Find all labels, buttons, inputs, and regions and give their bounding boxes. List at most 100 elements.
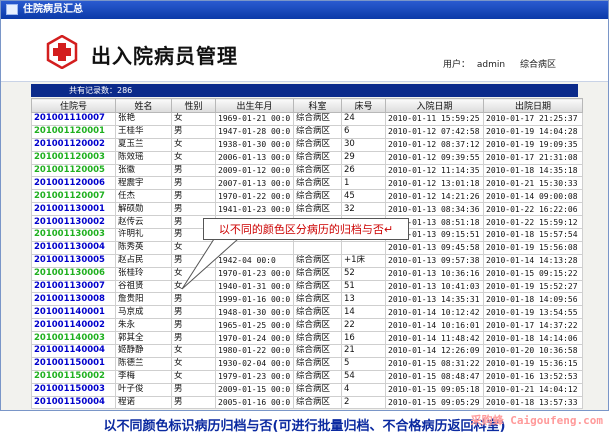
discharge-date-cell: 2010-01-19 19:09:35 bbox=[483, 137, 583, 152]
table-row[interactable]: 201001150001 陈德兰女 1930-02-04 00:0 综合病区 5 2010… bbox=[31, 356, 583, 371]
dept-cell: 综合病区 bbox=[293, 318, 342, 333]
admit-date-cell: 2010-01-12 14:21:26 bbox=[385, 189, 484, 204]
table-row[interactable]: 201001140001 马京成男 1948-01-30 00:0 综合病区 14 201… bbox=[31, 305, 583, 320]
bed-cell: 14 bbox=[341, 305, 386, 320]
patient-table: 住院号 姓名 性别 出生年月 科室 床号 入院日期 出院日期 201001110… bbox=[31, 98, 583, 410]
table-body: 201001110007 张艳女 1969-01-21 00:0 综合病区 24 2010… bbox=[31, 112, 583, 410]
name-cell: 叶子俊 bbox=[115, 382, 172, 397]
sex-cell: 男 bbox=[171, 176, 216, 191]
table-row[interactable]: 201001120007 任杰男 1970-01-22 00:0 综合病区 45 2010… bbox=[31, 189, 583, 204]
bed-cell: 16 bbox=[341, 331, 386, 346]
table-row[interactable]: 201001110007 张艳女 1969-01-21 00:0 综合病区 24 2010… bbox=[31, 112, 583, 126]
bed-cell: 30 bbox=[341, 137, 386, 152]
table-row[interactable]: 201001150004 程诺男 2005-01-16 00:0 综合病区 2 2010-… bbox=[31, 395, 583, 410]
sex-cell: 男 bbox=[171, 331, 216, 346]
table-row[interactable]: 201001130005 赵占民男 1942-04 00:0 综合病区 +1床 2010-… bbox=[31, 253, 583, 268]
table-row[interactable]: 201001120002 夏玉兰女 1938-01-30 00:0 综合病区 30 201… bbox=[31, 137, 583, 152]
admit-date-cell: 2010-01-13 09:57:38 bbox=[385, 253, 484, 268]
name-cell: 陈效瑶 bbox=[115, 150, 172, 165]
birth-cell: 2009-01-15 00:0 bbox=[215, 382, 294, 397]
birth-cell: 1938-01-30 00:0 bbox=[215, 137, 294, 152]
discharge-date-cell: 2010-01-14 14:13:28 bbox=[483, 253, 583, 268]
table-row[interactable]: 201001150002 李梅女 1979-01-23 00:0 综合病区 54 2010… bbox=[31, 369, 583, 384]
birth-cell: 1969-01-21 00:0 bbox=[215, 112, 294, 126]
name-cell: 王桂华 bbox=[115, 124, 172, 139]
admission-no-cell: 201001150003 bbox=[31, 382, 116, 397]
admission-no-cell: 201001120005 bbox=[31, 163, 116, 178]
table-row[interactable]: 201001130006 张桂玲女 1970-01-23 00:0 综合病区 52 201… bbox=[31, 266, 583, 281]
table-row[interactable]: 201001120001 王桂华男 1947-01-28 00:0 综合病区 6 2010… bbox=[31, 124, 583, 139]
table-row[interactable]: 201001130007 谷祖贤女 1940-01-31 00:0 综合病区 51 201… bbox=[31, 279, 583, 294]
column-header-discharge-date[interactable]: 出院日期 bbox=[483, 98, 583, 113]
table-row[interactable]: 201001130001 解硕勋男 1941-01-23 00:0 综合病区 32 201… bbox=[31, 202, 583, 217]
column-header-birth[interactable]: 出生年月 bbox=[215, 98, 294, 113]
table-row[interactable]: 201001140002 朱永男 1965-01-25 00:0 综合病区 22 2010… bbox=[31, 318, 583, 333]
column-header-bed[interactable]: 床号 bbox=[341, 98, 386, 113]
admission-no-cell: 201001140002 bbox=[31, 318, 116, 333]
admit-date-cell: 2010-01-12 09:39:55 bbox=[385, 150, 484, 165]
discharge-date-cell: 2010-01-18 14:09:56 bbox=[483, 292, 583, 307]
birth-cell: 2005-01-16 00:0 bbox=[215, 395, 294, 410]
column-header-sex[interactable]: 性别 bbox=[171, 98, 216, 113]
admission-no-cell: 201001150004 bbox=[31, 395, 116, 410]
name-cell: 解硕勋 bbox=[115, 202, 172, 217]
column-header-name[interactable]: 姓名 bbox=[115, 98, 172, 113]
table-row[interactable]: 201001150003 叶子俊男 2009-01-15 00:0 综合病区 4 2010… bbox=[31, 382, 583, 397]
admission-no-cell: 201001130005 bbox=[31, 253, 116, 268]
admission-no-cell: 201001120007 bbox=[31, 189, 116, 204]
table-row[interactable]: 201001130004 陈秀英女 2010-01-13 09:45:58 2010-… bbox=[31, 240, 583, 255]
record-count: 共有记录数：286 bbox=[31, 84, 578, 97]
admission-no-cell: 201001140004 bbox=[31, 344, 116, 358]
app-header: 出入院病员管理 用户： admin 综合病区 bbox=[1, 19, 608, 82]
sex-cell: 男 bbox=[171, 189, 216, 204]
column-header-admit-date[interactable]: 入院日期 bbox=[385, 98, 484, 113]
name-cell: 程震宇 bbox=[115, 176, 172, 191]
admit-date-cell: 2010-01-15 09:05:29 bbox=[385, 395, 484, 410]
admission-no-cell: 201001130008 bbox=[31, 292, 116, 307]
window-icon bbox=[6, 4, 18, 15]
dept-cell: 综合病区 bbox=[293, 292, 342, 307]
birth-cell: 1970-01-24 00:0 bbox=[215, 331, 294, 346]
sex-cell: 女 bbox=[171, 369, 216, 384]
birth-cell: 1999-01-16 00:0 bbox=[215, 292, 294, 307]
table-row[interactable]: 201001130008 詹贵阳男 1999-01-16 00:0 综合病区 13 201… bbox=[31, 292, 583, 307]
bed-cell: +1床 bbox=[341, 253, 386, 268]
table-row[interactable]: 201001140003 郭其全男 1970-01-24 00:0 综合病区 16 201… bbox=[31, 331, 583, 346]
table-row[interactable]: 201001120005 张徽男 2009-01-12 00:0 综合病区 26 2010… bbox=[31, 163, 583, 178]
admission-no-cell: 201001120001 bbox=[31, 124, 116, 139]
discharge-date-cell: 2010-01-16 13:52:53 bbox=[483, 369, 583, 384]
sex-cell: 男 bbox=[171, 124, 216, 139]
birth-cell: 2007-01-13 00:0 bbox=[215, 176, 294, 191]
admit-date-cell: 2010-01-13 09:45:58 bbox=[385, 240, 484, 255]
admit-date-cell: 2010-01-15 09:05:18 bbox=[385, 382, 484, 397]
sex-cell: 女 bbox=[171, 279, 216, 294]
admission-no-cell: 201001130006 bbox=[31, 266, 116, 281]
bed-cell: 4 bbox=[341, 382, 386, 397]
name-cell: 谷祖贤 bbox=[115, 279, 172, 294]
ward-name: 综合病区 bbox=[519, 60, 556, 70]
name-cell: 李梅 bbox=[115, 369, 172, 384]
sex-cell: 女 bbox=[171, 240, 216, 255]
admit-date-cell: 2010-01-14 11:48:42 bbox=[385, 331, 484, 346]
sex-cell: 女 bbox=[171, 150, 216, 165]
admission-no-cell: 201001130004 bbox=[31, 240, 116, 255]
birth-cell: 1941-01-23 00:0 bbox=[215, 202, 294, 217]
admission-no-cell: 201001140001 bbox=[31, 305, 116, 320]
table-row[interactable]: 201001120006 程震宇男 2007-01-13 00:0 综合病区 1 2010… bbox=[31, 176, 583, 191]
bed-cell: 54 bbox=[341, 369, 386, 384]
admission-no-cell: 201001150002 bbox=[31, 369, 116, 384]
red-cross-logo-icon bbox=[46, 35, 78, 69]
bed-cell: 24 bbox=[341, 112, 386, 126]
table-row[interactable]: 201001140004 姬静静女 1980-01-22 00:0 综合病区 21 201… bbox=[31, 344, 583, 358]
dept-cell: 综合病区 bbox=[293, 253, 342, 268]
column-header-dept[interactable]: 科室 bbox=[293, 98, 342, 113]
column-header-admission-no[interactable]: 住院号 bbox=[31, 98, 116, 113]
birth-cell: 1948-01-30 00:0 bbox=[215, 305, 294, 320]
birth-cell: 2009-01-12 00:0 bbox=[215, 163, 294, 178]
bed-cell: 2 bbox=[341, 395, 386, 410]
dept-cell: 综合病区 bbox=[293, 189, 342, 204]
birth-cell: 2006-01-13 00:0 bbox=[215, 150, 294, 165]
sex-cell: 男 bbox=[171, 395, 216, 410]
table-row[interactable]: 201001120003 陈效瑶女 2006-01-13 00:0 综合病区 29 201… bbox=[31, 150, 583, 165]
main-window: 住院病员汇总 出入院病员管理 用户： admin 综合病区 共有记录数：286 … bbox=[0, 0, 609, 411]
